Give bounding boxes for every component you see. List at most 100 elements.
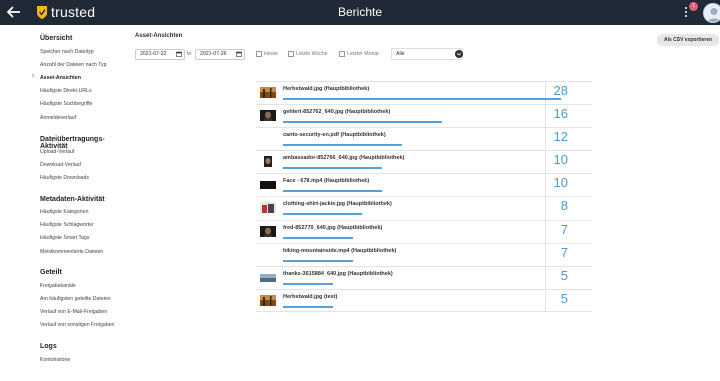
asset-name[interactable]: Herbstwald.jpg (Hauptbibliothek) — [283, 86, 369, 92]
view-count-bar — [283, 190, 383, 193]
view-count-bar — [283, 305, 333, 308]
sidebar-item-top-downloads[interactable]: Häufigste Downloads — [40, 175, 89, 181]
view-count: 5 — [560, 290, 568, 306]
checkbox-last-month-label: Letzter Monat — [347, 51, 379, 57]
sidebar-heading-overview: Übersicht — [40, 35, 73, 42]
user-icon — [707, 8, 720, 22]
sidebar-heading-metadata-activity: Metadaten-Aktivität — [40, 196, 105, 203]
view-count-bar — [283, 167, 383, 170]
view-count: 7 — [560, 221, 568, 237]
checkbox-last-week[interactable] — [288, 51, 294, 57]
sidebar-heading-shared: Geteilt — [40, 269, 62, 276]
chevron-right-icon: › — [32, 73, 34, 79]
sidebar-item-top-categories[interactable]: Häufigste Kategorien — [40, 209, 88, 215]
section-heading: Asset-Ansichten — [135, 33, 183, 39]
sidebar-item-most-commented[interactable]: Meistkommentierte Dateien — [40, 249, 103, 255]
top-bar: trusted Berichte 1 — [0, 0, 720, 25]
sidebar-item-other-share-history[interactable]: Verlauf von sonstigen Freigaben — [40, 322, 114, 328]
asset-thumbnail[interactable] — [260, 178, 276, 191]
asset-row[interactable]: thanks-3615884_640.jpg (Hauptbibliothek)… — [256, 265, 592, 289]
asset-name[interactable]: thanks-3615884_640.jpg (Hauptbibliothek) — [283, 271, 393, 277]
asset-row[interactable]: ambassador-852766_640.jpg (Hauptbiblioth… — [256, 150, 592, 173]
asset-thumbnail[interactable] — [260, 132, 276, 144]
asset-row[interactable]: hiking-mountainside.mp4 (Hauptbibliothek… — [256, 242, 592, 266]
view-count: 8 — [560, 198, 568, 214]
checkbox-last-week-label: Letzte Woche — [296, 51, 328, 57]
sidebar-item-download-history[interactable]: Download-Verlauf — [40, 162, 81, 168]
asset-row[interactable]: gehlert-852762_640.jpg (Hauptbibliothek)… — [256, 104, 592, 127]
asset-name[interactable]: fred-852770_640.jpg (Hauptbibliothek) — [283, 225, 382, 231]
view-count-bar — [283, 121, 442, 124]
export-csv-button[interactable]: Als CSV exportieren — [657, 34, 719, 46]
asset-list: Herbstwald.jpg (Hauptbibliothek) 28 gehler… — [256, 81, 592, 312]
sidebar-item-top-smart-tags[interactable]: Häufigste Smart Tags — [40, 235, 90, 241]
view-count-bar — [283, 144, 403, 147]
asset-thumbnail[interactable] — [260, 294, 276, 306]
more-options-icon[interactable] — [683, 6, 689, 18]
asset-thumbnail[interactable] — [260, 271, 276, 283]
asset-thumbnail[interactable] — [260, 225, 276, 237]
view-count: 10 — [553, 175, 568, 191]
asset-thumbnail[interactable] — [260, 201, 276, 214]
asset-thumbnail[interactable] — [260, 155, 276, 168]
asset-row[interactable]: Herbstwald.jpg (test) 5 — [256, 288, 592, 312]
checkbox-today[interactable] — [256, 51, 262, 57]
view-count: 10 — [553, 152, 568, 168]
avatar[interactable] — [703, 3, 720, 23]
asset-name[interactable]: Herbstwald.jpg (test) — [283, 294, 337, 300]
sidebar-item-asset-views[interactable]: Asset-Ansichten — [40, 75, 81, 81]
asset-row[interactable]: clothing-shirt-jackie.jpg (Hauptbiblioth… — [256, 196, 592, 219]
view-count-bar — [283, 236, 353, 239]
asset-row[interactable]: fred-852770_640.jpg (Hauptbibliothek) 7 — [256, 219, 592, 243]
page-title: Berichte — [337, 5, 383, 19]
view-count: 12 — [553, 129, 568, 145]
sidebar-heading-transfer-activity: Dateiübertragungs-Aktivität — [40, 136, 105, 150]
view-count-bar — [283, 98, 561, 100]
library-select-value: Alle — [396, 51, 405, 57]
date-to-input[interactable]: 2021-07-26 — [195, 49, 245, 60]
view-count: 5 — [560, 267, 568, 283]
sidebar-item-share-channels[interactable]: Freigabekanäle — [40, 283, 76, 289]
date-from-input[interactable]: 2021-07-22 — [135, 49, 185, 60]
notification-badge[interactable]: 1 — [689, 2, 698, 11]
view-count-bar — [283, 259, 353, 262]
asset-thumbnail[interactable] — [260, 248, 276, 260]
sidebar-item-file-count-by-type[interactable]: Anzahl der Dateien nach Typ — [40, 62, 107, 68]
asset-thumbnail[interactable] — [260, 86, 276, 98]
date-range-separator: to — [187, 51, 192, 57]
view-count: 16 — [553, 106, 568, 122]
asset-row[interactable]: Face - 678.mp4 (Hauptbibliothek) 10 — [256, 173, 592, 196]
sidebar-item-search-terms[interactable]: Häufigste Suchbegriffe — [40, 101, 92, 107]
view-count: 7 — [560, 244, 568, 260]
sidebar-item-email-share-history[interactable]: Verlauf von E-Mail-Freigaben — [40, 309, 107, 315]
sidebar-item-most-shared-files[interactable]: Am häufigsten geteilte Dateien — [40, 296, 111, 302]
view-count: 28 — [553, 83, 568, 98]
library-select[interactable]: Alle — [391, 48, 463, 60]
asset-row[interactable]: canto-security-en.pdf (Hauptbibliothek) 1… — [256, 127, 592, 150]
sidebar-item-direct-urls[interactable]: Häufigste Direkt-URLs — [40, 88, 92, 94]
sidebar: Übersicht Speicher nach Dateityp Anzahl … — [0, 25, 130, 381]
asset-name[interactable]: hiking-mountainside.mp4 (Hauptbibliothek… — [283, 248, 396, 254]
checkbox-today-label: Heute — [264, 51, 278, 57]
sidebar-item-login-history[interactable]: Anmeldeverlauf — [40, 115, 76, 121]
sidebar-heading-logs: Logs — [40, 343, 57, 350]
asset-thumbnail[interactable] — [260, 109, 276, 122]
asset-name[interactable]: ambassador-852766_640.jpg (Hauptbiblioth… — [283, 155, 404, 161]
asset-name[interactable]: Face - 678.mp4 (Hauptbibliothek) — [283, 178, 369, 184]
chevron-down-icon[interactable] — [455, 50, 463, 58]
asset-name[interactable]: clothing-shirt-jackie.jpg (Hauptbiblioth… — [283, 201, 392, 207]
date-from-value: 2021-07-22 — [140, 51, 167, 57]
asset-name[interactable]: gehlert-852762_640.jpg (Hauptbibliothek) — [283, 109, 390, 115]
calendar-icon[interactable] — [176, 51, 182, 57]
view-count-bar — [283, 282, 333, 285]
sidebar-item-top-keywords[interactable]: Häufigste Schlagwörter — [40, 222, 94, 228]
asset-name[interactable]: canto-security-en.pdf (Hauptbibliothek) — [283, 132, 386, 138]
checkbox-last-month[interactable] — [339, 51, 345, 57]
calendar-icon[interactable] — [236, 51, 242, 57]
sidebar-item-account-history[interactable]: Kontohistorie — [40, 357, 70, 363]
sidebar-item-upload-history[interactable]: Upload-Verlauf — [40, 149, 74, 155]
view-count-bar — [283, 213, 363, 216]
sidebar-item-storage-by-type[interactable]: Speicher nach Dateityp — [40, 49, 94, 55]
asset-row[interactable]: Herbstwald.jpg (Hauptbibliothek) 28 — [256, 81, 592, 104]
date-to-value: 2021-07-26 — [200, 51, 227, 57]
